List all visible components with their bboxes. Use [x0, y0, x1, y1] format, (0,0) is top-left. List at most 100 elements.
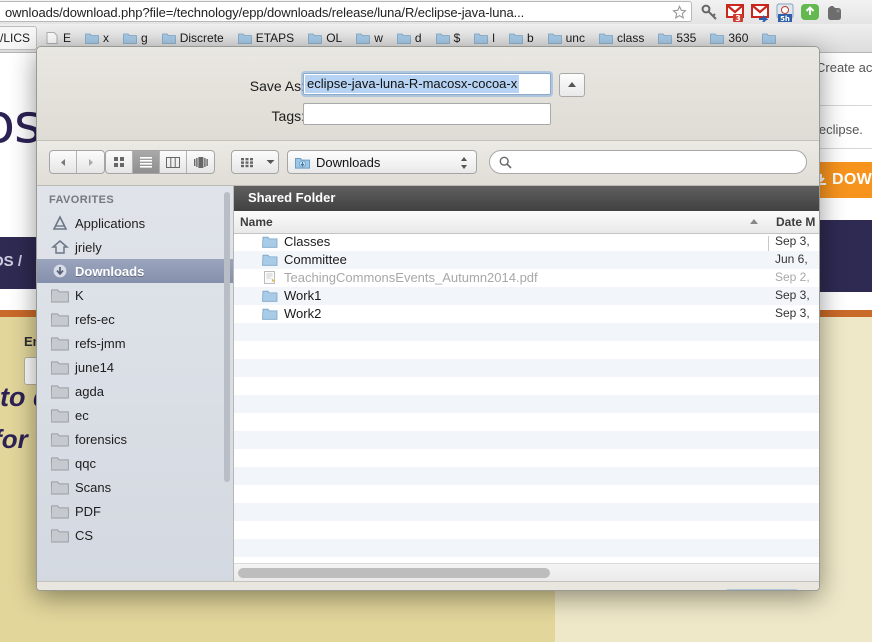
pdf-icon — [262, 271, 278, 284]
back-button[interactable] — [50, 151, 77, 173]
sidebar-item-label: Applications — [75, 216, 145, 231]
bookmark-label: $ — [454, 31, 461, 45]
table-row[interactable]: Work2Sep 3, — [234, 305, 819, 323]
back-arrow-icon — [59, 158, 68, 167]
folder-icon — [51, 311, 69, 327]
bookmark-label: P/LICS — [0, 31, 30, 45]
save-file-dialog: Save As: eclipse-java-luna-R-macosx-coco… — [36, 46, 820, 591]
updown-arrows-icon — [460, 155, 468, 171]
file-name: Committee — [284, 252, 347, 267]
bookmark-label: 360 — [728, 31, 748, 45]
favorites-sidebar: FAVORITES ApplicationsjrielyDownloadsKre… — [37, 186, 233, 581]
sidebar-item-cs[interactable]: CS — [37, 523, 233, 547]
download-button-label: DOW — [832, 171, 872, 189]
sidebar-item-scans[interactable]: Scans — [37, 475, 233, 499]
sidebar-item-refs-ec[interactable]: refs-ec — [37, 307, 233, 331]
sort-ascending-icon — [750, 219, 758, 224]
sidebar-item-ec[interactable]: ec — [37, 403, 233, 427]
sidebar-item-agda[interactable]: agda — [37, 379, 233, 403]
folder-icon — [85, 32, 99, 44]
upload-cloud-icon[interactable] — [800, 2, 820, 22]
sidebar-item-applications[interactable]: Applications — [37, 211, 233, 235]
folder-icon — [548, 32, 562, 44]
calendar-icon[interactable]: 5h — [775, 2, 795, 22]
path-popup-button[interactable]: Downloads — [287, 150, 477, 174]
bookmark-label: b — [527, 31, 534, 45]
icon-view-button[interactable] — [106, 151, 133, 173]
sidebar-item-pdf[interactable]: PDF — [37, 499, 233, 523]
sidebar-item-forensics[interactable]: forensics — [37, 427, 233, 451]
folder-icon — [51, 455, 69, 471]
sidebar-item-june14[interactable]: june14 — [37, 355, 233, 379]
file-list-hscrollbar[interactable] — [234, 563, 819, 581]
forward-button[interactable] — [77, 151, 104, 173]
action-grid-icon — [232, 151, 262, 173]
forward-arrow-icon — [86, 158, 95, 167]
folder-icon — [238, 32, 252, 44]
folder-icon — [509, 32, 523, 44]
save-as-input[interactable]: eclipse-java-luna-R-macosx-cocoa-x — [303, 73, 551, 95]
svg-text:5h: 5h — [780, 15, 790, 22]
gmail-reply-icon[interactable] — [750, 2, 770, 22]
folder-icon — [51, 383, 69, 399]
sidebar-item-label: ec — [75, 408, 89, 423]
search-input[interactable] — [489, 150, 807, 174]
evernote-icon[interactable] — [825, 2, 845, 22]
file-name: Classes — [284, 234, 330, 249]
table-row[interactable]: Committee Jun 6, — [234, 251, 819, 269]
table-row-empty — [234, 485, 819, 503]
bookmark-star-icon[interactable] — [672, 5, 687, 20]
column-header-name[interactable]: Name — [240, 215, 273, 229]
address-bar[interactable]: ownloads/download.php?file=/technology/e… — [0, 1, 692, 22]
downloads-banner-label: ADS / — [0, 253, 22, 270]
icon-view-icon — [113, 156, 125, 168]
table-row[interactable]: ClassesSep 3, — [234, 233, 819, 251]
table-row-empty — [234, 377, 819, 395]
file-date: Jun 6, — [775, 252, 808, 266]
gmail-icon[interactable]: 3 — [725, 2, 745, 22]
navigation-segmented-control — [49, 150, 105, 174]
action-menu-button[interactable] — [231, 150, 279, 174]
coverflow-view-icon — [194, 157, 208, 168]
sidebar-item-label: jriely — [75, 240, 102, 255]
dialog-toolbar: Downloads — [37, 141, 819, 186]
shared-folder-header: Shared Folder — [234, 186, 819, 211]
page-icon — [45, 32, 59, 44]
table-row-empty — [234, 431, 819, 449]
sidebar-item-label: K — [75, 288, 84, 303]
sidebar-item-qqc[interactable]: qqc — [37, 451, 233, 475]
column-header-date[interactable]: Date M — [776, 215, 815, 229]
key-icon[interactable] — [700, 2, 720, 22]
sidebar-item-jriely[interactable]: jriely — [37, 235, 233, 259]
table-row[interactable]: Work1Sep 3, — [234, 287, 819, 305]
sidebar-item-label: PDF — [75, 504, 101, 519]
folder-icon — [436, 32, 450, 44]
expand-dialog-button[interactable] — [559, 73, 585, 97]
file-list-hscroll-thumb[interactable] — [238, 568, 550, 578]
table-row-empty — [234, 467, 819, 485]
sidebar-item-refs-jmm[interactable]: refs-jmm — [37, 331, 233, 355]
sidebar-item-k[interactable]: K — [37, 283, 233, 307]
table-row-empty — [234, 503, 819, 521]
bookmark-label: E — [63, 31, 71, 45]
table-row-empty — [234, 341, 819, 359]
column-view-button[interactable] — [160, 151, 187, 173]
sidebar-item-label: agda — [75, 384, 104, 399]
applications-icon — [51, 215, 69, 231]
tags-label: Tags: — [243, 108, 305, 124]
folder-icon — [474, 32, 488, 44]
search-icon — [499, 156, 512, 169]
table-row[interactable]: TeachingCommonsEvents_Autumn2014.pdfSep … — [234, 269, 819, 287]
sidebar-item-label: forensics — [75, 432, 127, 447]
coverflow-view-button[interactable] — [187, 151, 214, 173]
tags-input[interactable] — [303, 103, 551, 125]
bookmark-label: d — [415, 31, 422, 45]
list-view-button[interactable] — [133, 151, 160, 173]
folder-icon — [762, 32, 776, 44]
url-bar-row: ownloads/download.php?file=/technology/e… — [0, 0, 872, 25]
bookmark-item[interactable]: P/LICS — [0, 26, 37, 50]
create-account-link[interactable]: Create ac — [816, 60, 872, 75]
sidebar-scrollbar[interactable] — [224, 192, 230, 482]
bookmark-label: class — [617, 31, 644, 45]
sidebar-item-downloads[interactable]: Downloads — [37, 259, 233, 283]
